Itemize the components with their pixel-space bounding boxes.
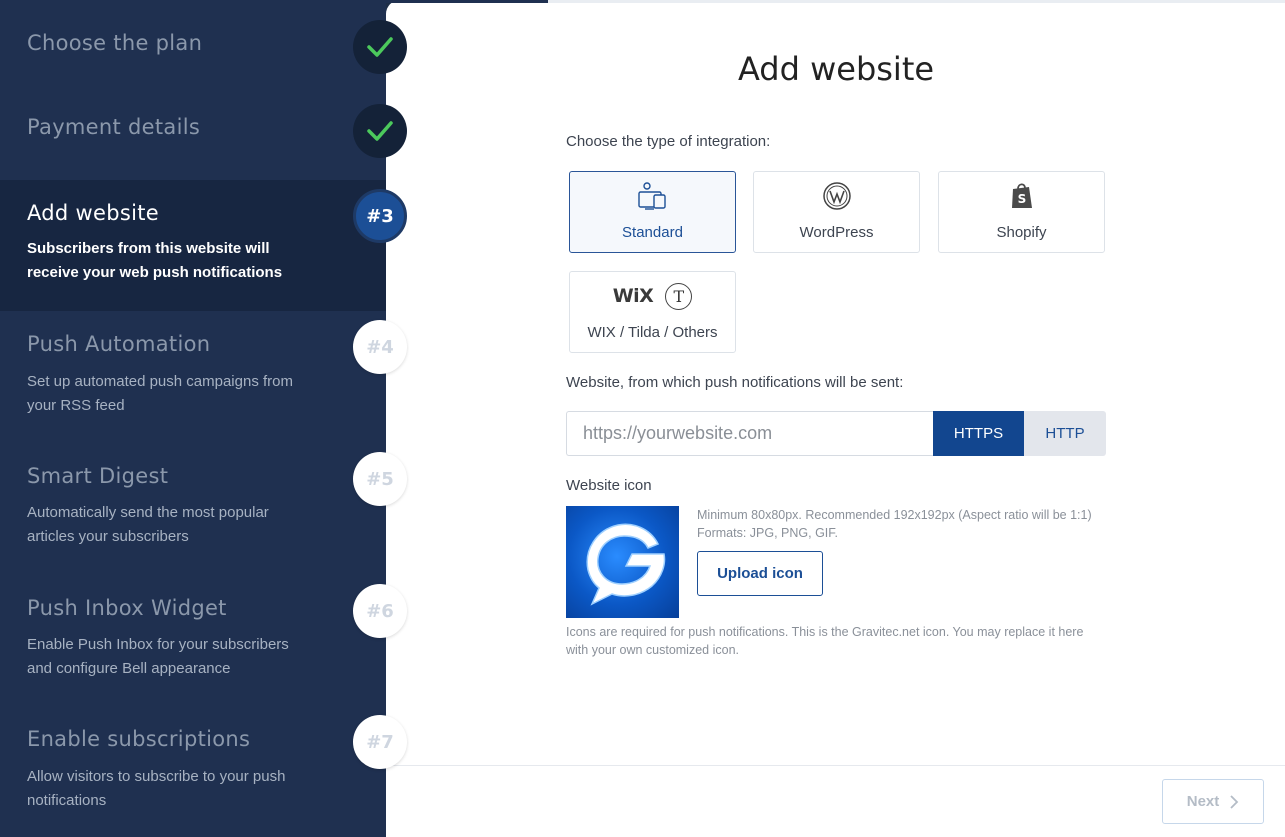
wordpress-icon [754,182,919,210]
website-url-label: Website, from which push notifications w… [566,374,904,391]
step-description: Subscribers from this website will recei… [27,240,283,281]
progress-track [548,0,1285,3]
step-title: Choose the plan [27,31,203,55]
step-title: Add website [27,201,159,225]
checkmark-icon [367,37,393,57]
checkmark-icon [367,121,393,141]
website-icon-label: Website icon [566,477,652,494]
step-complete-badge [353,104,407,158]
integration-name: Shopify [996,224,1047,241]
next-button-label: Next [1186,793,1220,810]
app-root: Choose the plan Payment details Add webs… [0,0,1285,837]
http-toggle-button[interactable]: HTTP [1024,411,1106,456]
step-number-badge: #6 [353,584,407,638]
step-description: Allow visitors to subscribe to your push… [27,768,286,809]
integration-name: WIX / Tilda / Others [587,324,718,341]
sidebar-step-enable-subscriptions[interactable]: Enable subscriptions Allow visitors to s… [0,707,386,837]
step-title: Push Automation [27,332,211,356]
sidebar-step-smart-digest[interactable]: Smart Digest Automatically send the most… [0,443,386,575]
integration-name: Standard [622,224,683,241]
website-url-input[interactable] [566,411,934,456]
step-number-badge: #7 [353,715,407,769]
chevron-right-icon [1230,794,1239,809]
sidebar-step-push-automation[interactable]: Push Automation Set up automated push ca… [0,311,386,443]
step-complete-badge [353,20,407,74]
next-button[interactable]: Next [1162,779,1264,824]
svg-text:S: S [1017,192,1026,206]
sidebar: Choose the plan Payment details Add webs… [0,0,386,837]
integration-option-wix-tilda-others[interactable]: WiX T WIX / Tilda / Others [569,271,736,353]
step-title: Payment details [27,115,201,139]
step-number-badge: #3 [353,189,407,243]
desktop-mobile-icon [570,182,735,210]
step-description: Automatically send the most popular arti… [27,504,269,545]
upload-icon-button[interactable]: Upload icon [697,551,823,596]
tilda-logo-icon: T [665,282,693,310]
wix-logo-text: WiX [612,285,654,307]
step-description: Enable Push Inbox for your subscribers a… [27,636,289,677]
gravitec-icon [566,506,679,618]
step-title: Enable subscriptions [27,727,251,751]
wix-tilda-icon: WiX T [570,282,735,310]
sidebar-step-add-website[interactable]: Add website Subscribers from this websit… [0,180,386,311]
icon-requirements-hint: Minimum 80x80px. Recommended 192x192px (… [697,508,1092,540]
sidebar-step-choose-plan[interactable]: Choose the plan [0,0,386,90]
integration-name: WordPress [799,224,874,241]
sidebar-step-payment-details[interactable]: Payment details [0,90,386,180]
step-title: Smart Digest [27,464,169,488]
sidebar-step-push-inbox-widget[interactable]: Push Inbox Widget Enable Push Inbox for … [0,575,386,707]
integration-option-wordpress[interactable]: WordPress [753,171,920,253]
https-toggle-button[interactable]: HTTPS [933,411,1024,456]
footer-divider [386,765,1285,766]
main-panel: Add website Choose the type of integrati… [386,0,1285,837]
integration-option-shopify[interactable]: S Shopify [938,171,1105,253]
page-title: Add website [737,50,935,88]
icon-note: Icons are required for push notification… [566,625,1084,657]
shopify-icon: S [939,182,1104,210]
step-number-badge: #5 [353,452,407,506]
integration-type-label: Choose the type of integration: [566,133,771,150]
step-title: Push Inbox Widget [27,596,227,620]
step-description: Set up automated push campaigns from you… [27,373,293,414]
step-number-badge: #4 [353,320,407,374]
progress-track-filled [386,0,548,3]
integration-option-standard[interactable]: Standard [569,171,736,253]
